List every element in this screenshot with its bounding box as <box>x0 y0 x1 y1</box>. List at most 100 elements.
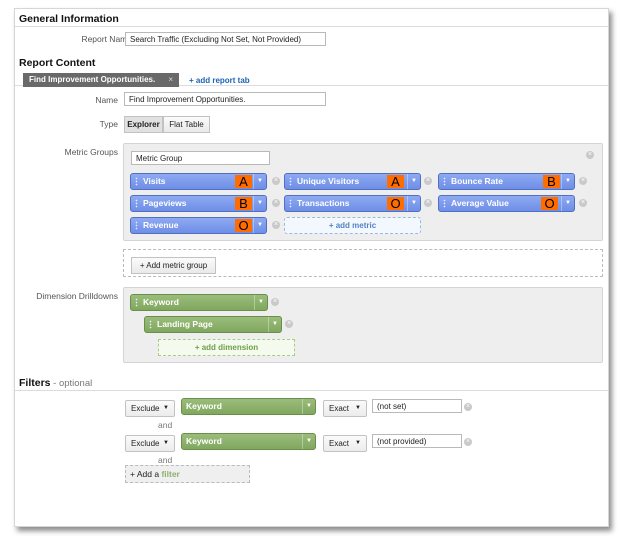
chevron-down-icon[interactable]: ▼ <box>561 196 574 211</box>
remove-icon[interactable]: × <box>579 199 587 207</box>
chevron-down-icon: ▼ <box>355 440 361 446</box>
filter-mode-select[interactable]: Exclude ▼ <box>125 400 175 417</box>
add-report-tab-link[interactable]: + add report tab <box>189 76 250 85</box>
metric-groups-label: Metric Groups <box>64 147 118 157</box>
remove-icon[interactable]: × <box>272 199 280 207</box>
metric-chip-unique-visitors[interactable]: Unique Visitors A ▼ <box>284 173 421 190</box>
divider <box>15 390 608 391</box>
metric-label: Unique Visitors <box>297 176 360 186</box>
filter-dimension-keyword[interactable]: Keyword ▼ <box>181 433 316 450</box>
drag-grip-icon[interactable] <box>135 298 138 307</box>
chevron-down-icon[interactable]: ▼ <box>253 196 266 211</box>
metric-chip-transactions[interactable]: Transactions O ▼ <box>284 195 421 212</box>
report-editor: General Information Report Name Search T… <box>14 8 609 527</box>
filters-optional-text: - optional <box>50 378 93 389</box>
metric-label: Pageviews <box>143 198 187 208</box>
add-filter-text: + Add a <box>130 469 162 479</box>
type-explorer-button[interactable]: Explorer <box>124 116 163 133</box>
chevron-down-icon: ▼ <box>163 440 169 446</box>
metric-chip-revenue[interactable]: Revenue O ▼ <box>130 217 267 234</box>
metric-group-panel: Metric Group × Visits A ▼ × Unique Visit… <box>123 143 603 241</box>
add-metric-group-button[interactable]: + Add metric group <box>131 257 216 274</box>
filter-dimension-keyword[interactable]: Keyword ▼ <box>181 398 316 415</box>
filter-match-value: Exact <box>329 439 350 448</box>
add-dimension-button[interactable]: + add dimension <box>158 339 295 356</box>
report-name-input[interactable]: Search Traffic (Excluding Not Set, Not P… <box>125 32 326 46</box>
dimension-chip-landing-page[interactable]: Landing Page ▼ <box>144 316 282 333</box>
drag-grip-icon[interactable] <box>443 199 446 208</box>
chevron-down-icon[interactable]: ▼ <box>254 295 267 310</box>
annotation-badge: O <box>235 219 252 232</box>
report-name-label: Report Name <box>81 34 132 44</box>
chevron-down-icon[interactable]: ▼ <box>302 399 315 414</box>
remove-icon[interactable]: × <box>464 438 472 446</box>
chevron-down-icon: ▼ <box>355 405 361 411</box>
metric-group-name-input[interactable]: Metric Group <box>131 151 270 165</box>
drag-grip-icon[interactable] <box>135 221 138 230</box>
drag-grip-icon[interactable] <box>149 320 152 329</box>
annotation-badge: O <box>387 197 404 210</box>
drag-grip-icon[interactable] <box>135 177 138 186</box>
add-metric-button[interactable]: + add metric <box>284 217 421 234</box>
general-section-title: General Information <box>19 13 119 25</box>
and-label: and <box>158 420 173 430</box>
dimension-label: Landing Page <box>157 319 213 329</box>
remove-icon[interactable]: × <box>424 177 432 185</box>
and-label: and <box>158 455 173 465</box>
tab-name-input[interactable]: Find Improvement Opportunities. <box>124 92 326 106</box>
chevron-down-icon[interactable]: ▼ <box>407 174 420 189</box>
report-content-title: Report Content <box>19 57 96 69</box>
metric-chip-visits[interactable]: Visits A ▼ <box>130 173 267 190</box>
dimension-panel: Keyword ▼ × Landing Page ▼ × + add dimen… <box>123 287 603 363</box>
drag-grip-icon[interactable] <box>289 177 292 186</box>
dimension-chip-keyword[interactable]: Keyword ▼ <box>130 294 268 311</box>
remove-group-icon[interactable]: × <box>586 151 594 159</box>
metric-label: Visits <box>143 176 166 186</box>
chevron-down-icon[interactable]: ▼ <box>268 317 281 332</box>
type-flat-table-button[interactable]: Flat Table <box>163 116 210 133</box>
filter-value-input[interactable]: (not provided) <box>372 434 462 448</box>
drag-grip-icon[interactable] <box>135 199 138 208</box>
metric-label: Average Value <box>451 198 509 208</box>
dimension-label: Keyword <box>143 297 179 307</box>
tab-find-improvement[interactable]: Find Improvement Opportunities. × <box>23 73 179 87</box>
annotation-badge: A <box>387 175 404 188</box>
remove-icon[interactable]: × <box>272 177 280 185</box>
filter-value-input[interactable]: (not set) <box>372 399 462 413</box>
close-icon[interactable]: × <box>168 73 173 87</box>
chevron-down-icon[interactable]: ▼ <box>561 174 574 189</box>
annotation-badge: B <box>543 175 560 188</box>
remove-icon[interactable]: × <box>424 199 432 207</box>
name-label: Name <box>95 95 118 105</box>
chevron-down-icon[interactable]: ▼ <box>253 218 266 233</box>
metric-chip-bounce-rate[interactable]: Bounce Rate B ▼ <box>438 173 575 190</box>
filter-match-select[interactable]: Exact ▼ <box>323 400 367 417</box>
drag-grip-icon[interactable] <box>443 177 446 186</box>
filter-mode-select[interactable]: Exclude ▼ <box>125 435 175 452</box>
filter-dimension-label: Keyword <box>186 401 222 411</box>
chevron-down-icon: ▼ <box>163 405 169 411</box>
remove-icon[interactable]: × <box>271 298 279 306</box>
filters-heading: Filters <box>19 377 51 389</box>
remove-icon[interactable]: × <box>464 403 472 411</box>
filter-match-select[interactable]: Exact ▼ <box>323 435 367 452</box>
chevron-down-icon[interactable]: ▼ <box>407 196 420 211</box>
dimension-drilldowns-label: Dimension Drilldowns <box>36 291 118 301</box>
metric-chip-pageviews[interactable]: Pageviews B ▼ <box>130 195 267 212</box>
remove-icon[interactable]: × <box>285 320 293 328</box>
chevron-down-icon[interactable]: ▼ <box>302 434 315 449</box>
add-filter-button[interactable]: + Add a filter <box>125 465 250 483</box>
filter-mode-value: Exclude <box>131 404 160 413</box>
filter-match-value: Exact <box>329 404 350 413</box>
remove-icon[interactable]: × <box>579 177 587 185</box>
chevron-down-icon[interactable]: ▼ <box>253 174 266 189</box>
add-filter-word: filter <box>161 469 180 479</box>
type-label: Type <box>99 119 118 129</box>
metric-chip-average-value[interactable]: Average Value O ▼ <box>438 195 575 212</box>
metric-label: Transactions <box>297 198 350 208</box>
divider <box>15 26 608 27</box>
annotation-badge: O <box>541 197 558 210</box>
drag-grip-icon[interactable] <box>289 199 292 208</box>
metric-label: Revenue <box>143 220 179 230</box>
remove-icon[interactable]: × <box>272 221 280 229</box>
